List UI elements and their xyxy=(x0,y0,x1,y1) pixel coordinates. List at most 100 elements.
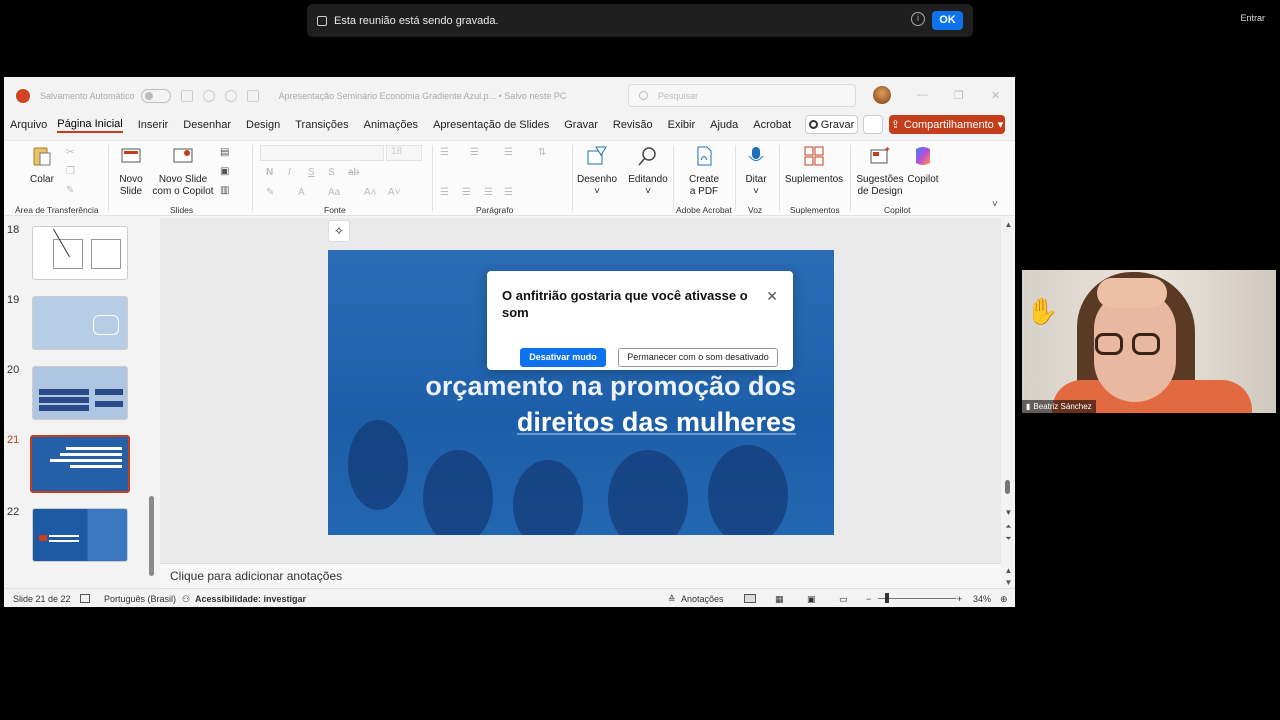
copilot-button[interactable]: Copilot xyxy=(904,145,942,186)
redo-icon[interactable] xyxy=(224,89,237,102)
zoom-level[interactable]: 34% xyxy=(973,594,991,604)
design-ideas-button[interactable]: ✦ Sugestões de Design xyxy=(854,145,906,198)
increase-font-icon[interactable]: A˄ xyxy=(364,187,377,198)
scroll-up-icon[interactable]: ▲ xyxy=(1002,220,1015,229)
unmute-button[interactable]: Desativar mudo xyxy=(520,348,606,367)
tab-inserir[interactable]: Inserir xyxy=(138,119,169,131)
tab-arquivo[interactable]: Arquivo xyxy=(10,119,47,131)
line-spacing-icon[interactable]: ☰ xyxy=(504,147,513,158)
zoom-slider[interactable] xyxy=(878,598,956,599)
format-painter-icon[interactable]: ✎ xyxy=(66,185,74,196)
reset-icon[interactable]: ▣ xyxy=(220,166,229,177)
new-slide-button[interactable]: Novo Slide xyxy=(114,145,148,198)
bullets-icon[interactable]: ☰ xyxy=(440,147,449,158)
case-icon[interactable]: Aa xyxy=(328,187,340,198)
scrollbar-thumb[interactable] xyxy=(149,496,154,576)
font-name-select[interactable] xyxy=(260,145,384,161)
undo-icon[interactable] xyxy=(202,89,215,102)
language-label[interactable]: Português (Brasil) xyxy=(104,594,176,604)
record-button[interactable]: Gravar xyxy=(805,115,858,134)
paste-button[interactable]: Colar xyxy=(28,145,56,186)
next-slide-icon[interactable]: ⏷ xyxy=(1002,534,1015,544)
tab-animacoes[interactable]: Animações xyxy=(364,119,418,131)
accessibility-status[interactable]: Acessibilidade: investigar xyxy=(195,594,306,604)
notes-toggle[interactable]: Anotações xyxy=(681,594,724,604)
save-icon[interactable] xyxy=(180,89,193,102)
canvas-scrollbar[interactable]: ▲ ▼ ⏶ ⏷ ▲ ▼ xyxy=(1002,218,1015,588)
slide-thumbnail-21[interactable] xyxy=(30,435,130,493)
autosave-toggle[interactable] xyxy=(140,88,171,103)
section-icon[interactable]: ▥ xyxy=(220,185,229,196)
slide-thumbnail-19[interactable] xyxy=(32,296,128,350)
create-pdf-button[interactable]: Create a PDF xyxy=(684,145,724,198)
tab-transicoes[interactable]: Transições xyxy=(295,119,348,131)
close-icon[interactable]: ✕ xyxy=(766,288,778,305)
font-size-select[interactable]: 18 xyxy=(386,145,422,161)
comments-button[interactable] xyxy=(863,115,883,134)
spelling-icon[interactable] xyxy=(80,594,90,603)
notes-scroll-up-icon[interactable]: ▲ xyxy=(1002,566,1015,575)
addins-button[interactable]: Suplementos xyxy=(784,145,844,186)
copy-icon[interactable]: ❐ xyxy=(66,166,75,177)
tab-ajuda[interactable]: Ajuda xyxy=(710,119,738,131)
slide-thumbnail-22[interactable] xyxy=(32,508,128,562)
minimize-icon[interactable]: — xyxy=(917,89,928,101)
info-icon[interactable]: i xyxy=(911,12,925,26)
restore-icon[interactable]: ❐ xyxy=(954,89,964,102)
underline-icon[interactable]: S xyxy=(308,167,315,178)
zoom-out-icon[interactable]: − xyxy=(866,594,871,604)
share-button[interactable]: ⇪ Compartilhamento ▾ xyxy=(889,115,1005,134)
reading-view-icon[interactable]: ▣ xyxy=(807,594,816,605)
thumbnail-scrollbar[interactable] xyxy=(149,220,154,586)
slide-thumbnail-20[interactable] xyxy=(32,366,128,420)
layout-icon[interactable]: ▤ xyxy=(220,147,229,158)
tab-desenhar[interactable]: Desenhar xyxy=(183,119,231,131)
cut-icon[interactable]: ✂ xyxy=(66,147,74,158)
tab-gravar[interactable]: Gravar xyxy=(564,119,598,131)
zoom-slider-thumb[interactable] xyxy=(885,593,889,603)
present-icon[interactable] xyxy=(246,89,259,102)
align-left-icon[interactable]: ☰ xyxy=(440,187,449,198)
scrollbar-thumb[interactable] xyxy=(1005,480,1010,494)
tab-exibir[interactable]: Exibir xyxy=(668,119,696,131)
strikethrough-icon[interactable]: ab xyxy=(348,167,359,178)
collapse-ribbon-icon[interactable]: ˅ xyxy=(992,199,998,210)
tab-acrobat[interactable]: Acrobat xyxy=(753,119,791,131)
justify-icon[interactable]: ☰ xyxy=(504,187,513,198)
previous-slide-icon[interactable]: ⏶ xyxy=(1002,522,1015,532)
tab-design[interactable]: Design xyxy=(246,119,280,131)
account-avatar[interactable] xyxy=(873,86,891,104)
drawing-button[interactable]: Desenho ˅ xyxy=(576,145,618,198)
tab-apresentacao[interactable]: Apresentação de Slides xyxy=(433,119,549,131)
align-center-icon[interactable]: ☰ xyxy=(462,187,471,198)
notes-scroll-down-icon[interactable]: ▼ xyxy=(1002,578,1015,587)
new-slide-copilot-button[interactable]: Novo Slide com o Copilot xyxy=(152,145,214,198)
slide-sorter-icon[interactable]: ▦ xyxy=(775,594,784,605)
shadow-icon[interactable]: S xyxy=(328,167,335,178)
italic-icon[interactable]: I xyxy=(288,167,291,178)
scroll-down-icon[interactable]: ▼ xyxy=(1002,508,1015,517)
editing-button[interactable]: Editando ˅ xyxy=(626,145,670,198)
slideshow-icon[interactable]: ▭ xyxy=(839,594,848,605)
entrar-link[interactable]: Entrar xyxy=(1240,13,1265,23)
notes-pane[interactable]: Clique para adicionar anotações xyxy=(160,563,1001,588)
designer-sparkle-icon[interactable]: ✧ xyxy=(328,220,350,242)
highlight-icon[interactable]: ✎ xyxy=(266,187,274,198)
text-direction-icon[interactable]: ⇅ xyxy=(538,147,546,158)
normal-view-icon[interactable] xyxy=(744,594,756,603)
document-title[interactable]: Apresentação Seminário Economia Gradient… xyxy=(279,91,567,101)
decrease-font-icon[interactable]: A˅ xyxy=(388,187,401,198)
fit-to-window-icon[interactable]: ⊕ xyxy=(1000,594,1008,605)
zoom-in-icon[interactable]: + xyxy=(957,594,962,604)
dictate-button[interactable]: Ditar ˅ xyxy=(740,145,772,198)
font-color-icon[interactable]: A xyxy=(298,187,305,198)
slide-title[interactable]: orçamento na promoção dos direitos das m… xyxy=(425,368,796,440)
align-right-icon[interactable]: ☰ xyxy=(484,187,493,198)
tab-pagina-inicial[interactable]: Página Inicial xyxy=(57,118,123,133)
tab-revisao[interactable]: Revisão xyxy=(613,119,653,131)
search-input[interactable]: Pesquisar xyxy=(628,84,856,107)
numbering-icon[interactable]: ☰ xyxy=(470,147,479,158)
stay-muted-button[interactable]: Permanecer com o som desativado xyxy=(618,348,778,367)
slide-thumbnail-18[interactable] xyxy=(32,226,128,280)
close-window-icon[interactable]: ✕ xyxy=(991,89,1000,102)
